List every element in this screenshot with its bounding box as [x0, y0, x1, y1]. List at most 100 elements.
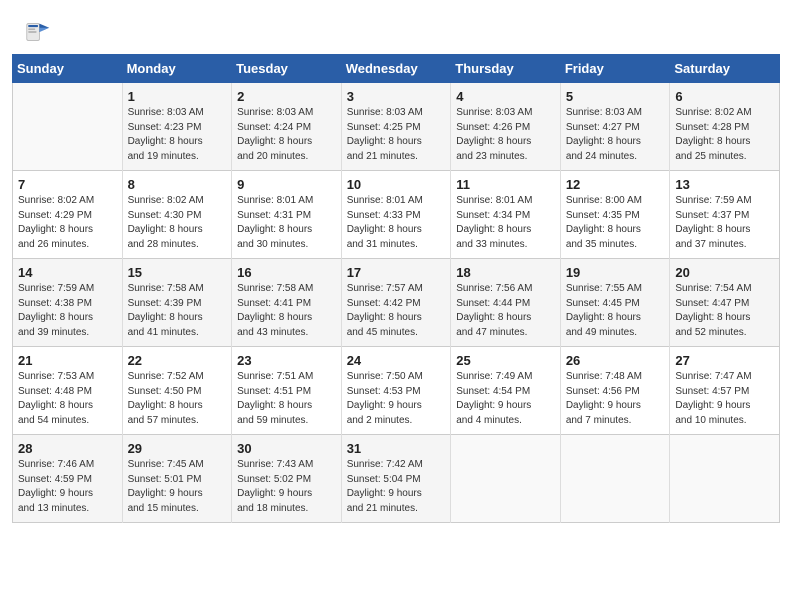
- weekday-header-friday: Friday: [560, 55, 670, 83]
- day-info: Sunrise: 7:57 AM Sunset: 4:42 PM Dayligh…: [347, 282, 446, 340]
- weekday-header-wednesday: Wednesday: [341, 55, 451, 83]
- calendar-cell: 29Sunrise: 7:45 AM Sunset: 5:01 PM Dayli…: [122, 435, 232, 523]
- day-info: Sunrise: 8:00 AM Sunset: 4:35 PM Dayligh…: [566, 194, 665, 252]
- day-info: Sunrise: 7:51 AM Sunset: 4:51 PM Dayligh…: [237, 370, 336, 428]
- calendar-cell: 30 Sunrise: 7:43 AM Sunset: 5:02 PM Dayli…: [232, 435, 342, 523]
- calendar-cell: 26 Sunrise: 7:48 AM Sunset: 4:56 PM Dayli…: [560, 347, 670, 435]
- calendar-cell: 11 Sunrise: 8:01 AM Sunset: 4:34 PM Dayli…: [451, 171, 561, 259]
- calendar-table: SundayMondayTuesdayWednesdayThursdayFrid…: [12, 54, 780, 523]
- weekday-header-row: SundayMondayTuesdayWednesdayThursdayFrid…: [13, 55, 780, 83]
- day-number: 30: [237, 441, 336, 456]
- calendar-cell: 12 Sunrise: 8:00 AM Sunset: 4:35 PM Dayli…: [560, 171, 670, 259]
- calendar-cell: 14Sunrise: 7:59 AM Sunset: 4:38 PM Dayli…: [13, 259, 123, 347]
- calendar-cell: 20 Sunrise: 7:54 AM Sunset: 4:47 PM Dayli…: [670, 259, 780, 347]
- calendar-body: 1 Sunrise: 8:03 AM Sunset: 4:23 PM Daylig…: [13, 83, 780, 523]
- day-info: Sunrise: 7:59 AM Sunset: 4:38 PM Dayligh…: [18, 282, 117, 340]
- calendar-cell: 16Sunrise: 7:58 AM Sunset: 4:41 PM Dayli…: [232, 259, 342, 347]
- day-number: 26: [566, 353, 665, 368]
- day-number: 7: [18, 177, 117, 192]
- calendar-cell: [13, 83, 123, 171]
- day-info: Sunrise: 7:58 AM Sunset: 4:41 PM Dayligh…: [237, 282, 336, 340]
- day-info: Sunrise: 8:01 AM Sunset: 4:31 PM Dayligh…: [237, 194, 336, 252]
- calendar-cell: 18 Sunrise: 7:56 AM Sunset: 4:44 PM Dayli…: [451, 259, 561, 347]
- calendar-cell: 19 Sunrise: 7:55 AM Sunset: 4:45 PM Dayli…: [560, 259, 670, 347]
- calendar-cell: 3Sunrise: 8:03 AM Sunset: 4:25 PM Daylig…: [341, 83, 451, 171]
- day-number: 4: [456, 89, 555, 104]
- day-number: 13: [675, 177, 774, 192]
- day-number: 21: [18, 353, 117, 368]
- day-number: 25: [456, 353, 555, 368]
- calendar-cell: [670, 435, 780, 523]
- day-number: 10: [347, 177, 446, 192]
- calendar-container: SundayMondayTuesdayWednesdayThursdayFrid…: [0, 54, 792, 535]
- day-info: Sunrise: 7:52 AM Sunset: 4:50 PM Dayligh…: [128, 370, 227, 428]
- weekday-header-sunday: Sunday: [13, 55, 123, 83]
- day-number: 24: [347, 353, 446, 368]
- day-info: Sunrise: 7:46 AM Sunset: 4:59 PM Dayligh…: [18, 458, 117, 516]
- day-info: Sunrise: 7:45 AM Sunset: 5:01 PM Dayligh…: [128, 458, 227, 516]
- calendar-week-row: 14Sunrise: 7:59 AM Sunset: 4:38 PM Dayli…: [13, 259, 780, 347]
- calendar-cell: 17 Sunrise: 7:57 AM Sunset: 4:42 PM Dayli…: [341, 259, 451, 347]
- logo-icon: [24, 18, 52, 46]
- calendar-cell: 10 Sunrise: 8:01 AM Sunset: 4:33 PM Dayli…: [341, 171, 451, 259]
- day-info: Sunrise: 7:43 AM Sunset: 5:02 PM Dayligh…: [237, 458, 336, 516]
- weekday-header-saturday: Saturday: [670, 55, 780, 83]
- day-number: 22: [128, 353, 227, 368]
- day-number: 11: [456, 177, 555, 192]
- day-info: Sunrise: 7:58 AM Sunset: 4:39 PM Dayligh…: [128, 282, 227, 340]
- logo: [24, 18, 56, 46]
- page-header: [0, 0, 792, 54]
- day-info: Sunrise: 7:59 AM Sunset: 4:37 PM Dayligh…: [675, 194, 774, 252]
- day-info: Sunrise: 8:03 AM Sunset: 4:24 PM Dayligh…: [237, 106, 336, 164]
- day-info: Sunrise: 7:53 AM Sunset: 4:48 PM Dayligh…: [18, 370, 117, 428]
- calendar-cell: 5 Sunrise: 8:03 AM Sunset: 4:27 PM Daylig…: [560, 83, 670, 171]
- calendar-week-row: 28Sunrise: 7:46 AM Sunset: 4:59 PM Dayli…: [13, 435, 780, 523]
- calendar-cell: 31Sunrise: 7:42 AM Sunset: 5:04 PM Dayli…: [341, 435, 451, 523]
- day-number: 2: [237, 89, 336, 104]
- day-info: Sunrise: 8:03 AM Sunset: 4:23 PM Dayligh…: [128, 106, 227, 164]
- weekday-header-tuesday: Tuesday: [232, 55, 342, 83]
- day-number: 20: [675, 265, 774, 280]
- day-info: Sunrise: 7:55 AM Sunset: 4:45 PM Dayligh…: [566, 282, 665, 340]
- day-number: 8: [128, 177, 227, 192]
- day-number: 12: [566, 177, 665, 192]
- day-number: 3: [347, 89, 446, 104]
- calendar-cell: 8 Sunrise: 8:02 AM Sunset: 4:30 PM Daylig…: [122, 171, 232, 259]
- calendar-cell: 2 Sunrise: 8:03 AM Sunset: 4:24 PM Daylig…: [232, 83, 342, 171]
- day-info: Sunrise: 7:50 AM Sunset: 4:53 PM Dayligh…: [347, 370, 446, 428]
- calendar-week-row: 7 Sunrise: 8:02 AM Sunset: 4:29 PM Daylig…: [13, 171, 780, 259]
- calendar-cell: 23 Sunrise: 7:51 AM Sunset: 4:51 PM Dayli…: [232, 347, 342, 435]
- calendar-cell: 25 Sunrise: 7:49 AM Sunset: 4:54 PM Dayli…: [451, 347, 561, 435]
- calendar-week-row: 1 Sunrise: 8:03 AM Sunset: 4:23 PM Daylig…: [13, 83, 780, 171]
- day-info: Sunrise: 7:48 AM Sunset: 4:56 PM Dayligh…: [566, 370, 665, 428]
- day-info: Sunrise: 7:49 AM Sunset: 4:54 PM Dayligh…: [456, 370, 555, 428]
- day-number: 18: [456, 265, 555, 280]
- weekday-header-thursday: Thursday: [451, 55, 561, 83]
- day-info: Sunrise: 7:56 AM Sunset: 4:44 PM Dayligh…: [456, 282, 555, 340]
- day-number: 1: [128, 89, 227, 104]
- day-info: Sunrise: 7:54 AM Sunset: 4:47 PM Dayligh…: [675, 282, 774, 340]
- day-info: Sunrise: 8:03 AM Sunset: 4:27 PM Dayligh…: [566, 106, 665, 164]
- calendar-cell: 24 Sunrise: 7:50 AM Sunset: 4:53 PM Dayli…: [341, 347, 451, 435]
- day-number: 31: [347, 441, 446, 456]
- calendar-cell: 27 Sunrise: 7:47 AM Sunset: 4:57 PM Dayli…: [670, 347, 780, 435]
- calendar-cell: 1 Sunrise: 8:03 AM Sunset: 4:23 PM Daylig…: [122, 83, 232, 171]
- calendar-cell: 22 Sunrise: 7:52 AM Sunset: 4:50 PM Dayli…: [122, 347, 232, 435]
- day-number: 23: [237, 353, 336, 368]
- day-number: 5: [566, 89, 665, 104]
- day-info: Sunrise: 7:47 AM Sunset: 4:57 PM Dayligh…: [675, 370, 774, 428]
- calendar-cell: 21 Sunrise: 7:53 AM Sunset: 4:48 PM Dayli…: [13, 347, 123, 435]
- calendar-cell: [451, 435, 561, 523]
- day-number: 19: [566, 265, 665, 280]
- weekday-header-monday: Monday: [122, 55, 232, 83]
- day-info: Sunrise: 8:01 AM Sunset: 4:34 PM Dayligh…: [456, 194, 555, 252]
- day-info: Sunrise: 8:03 AM Sunset: 4:26 PM Dayligh…: [456, 106, 555, 164]
- calendar-cell: 7 Sunrise: 8:02 AM Sunset: 4:29 PM Daylig…: [13, 171, 123, 259]
- day-info: Sunrise: 8:02 AM Sunset: 4:30 PM Dayligh…: [128, 194, 227, 252]
- calendar-week-row: 21 Sunrise: 7:53 AM Sunset: 4:48 PM Dayli…: [13, 347, 780, 435]
- day-info: Sunrise: 8:02 AM Sunset: 4:29 PM Dayligh…: [18, 194, 117, 252]
- day-number: 27: [675, 353, 774, 368]
- calendar-cell: 9Sunrise: 8:01 AM Sunset: 4:31 PM Daylig…: [232, 171, 342, 259]
- day-number: 17: [347, 265, 446, 280]
- day-info: Sunrise: 8:01 AM Sunset: 4:33 PM Dayligh…: [347, 194, 446, 252]
